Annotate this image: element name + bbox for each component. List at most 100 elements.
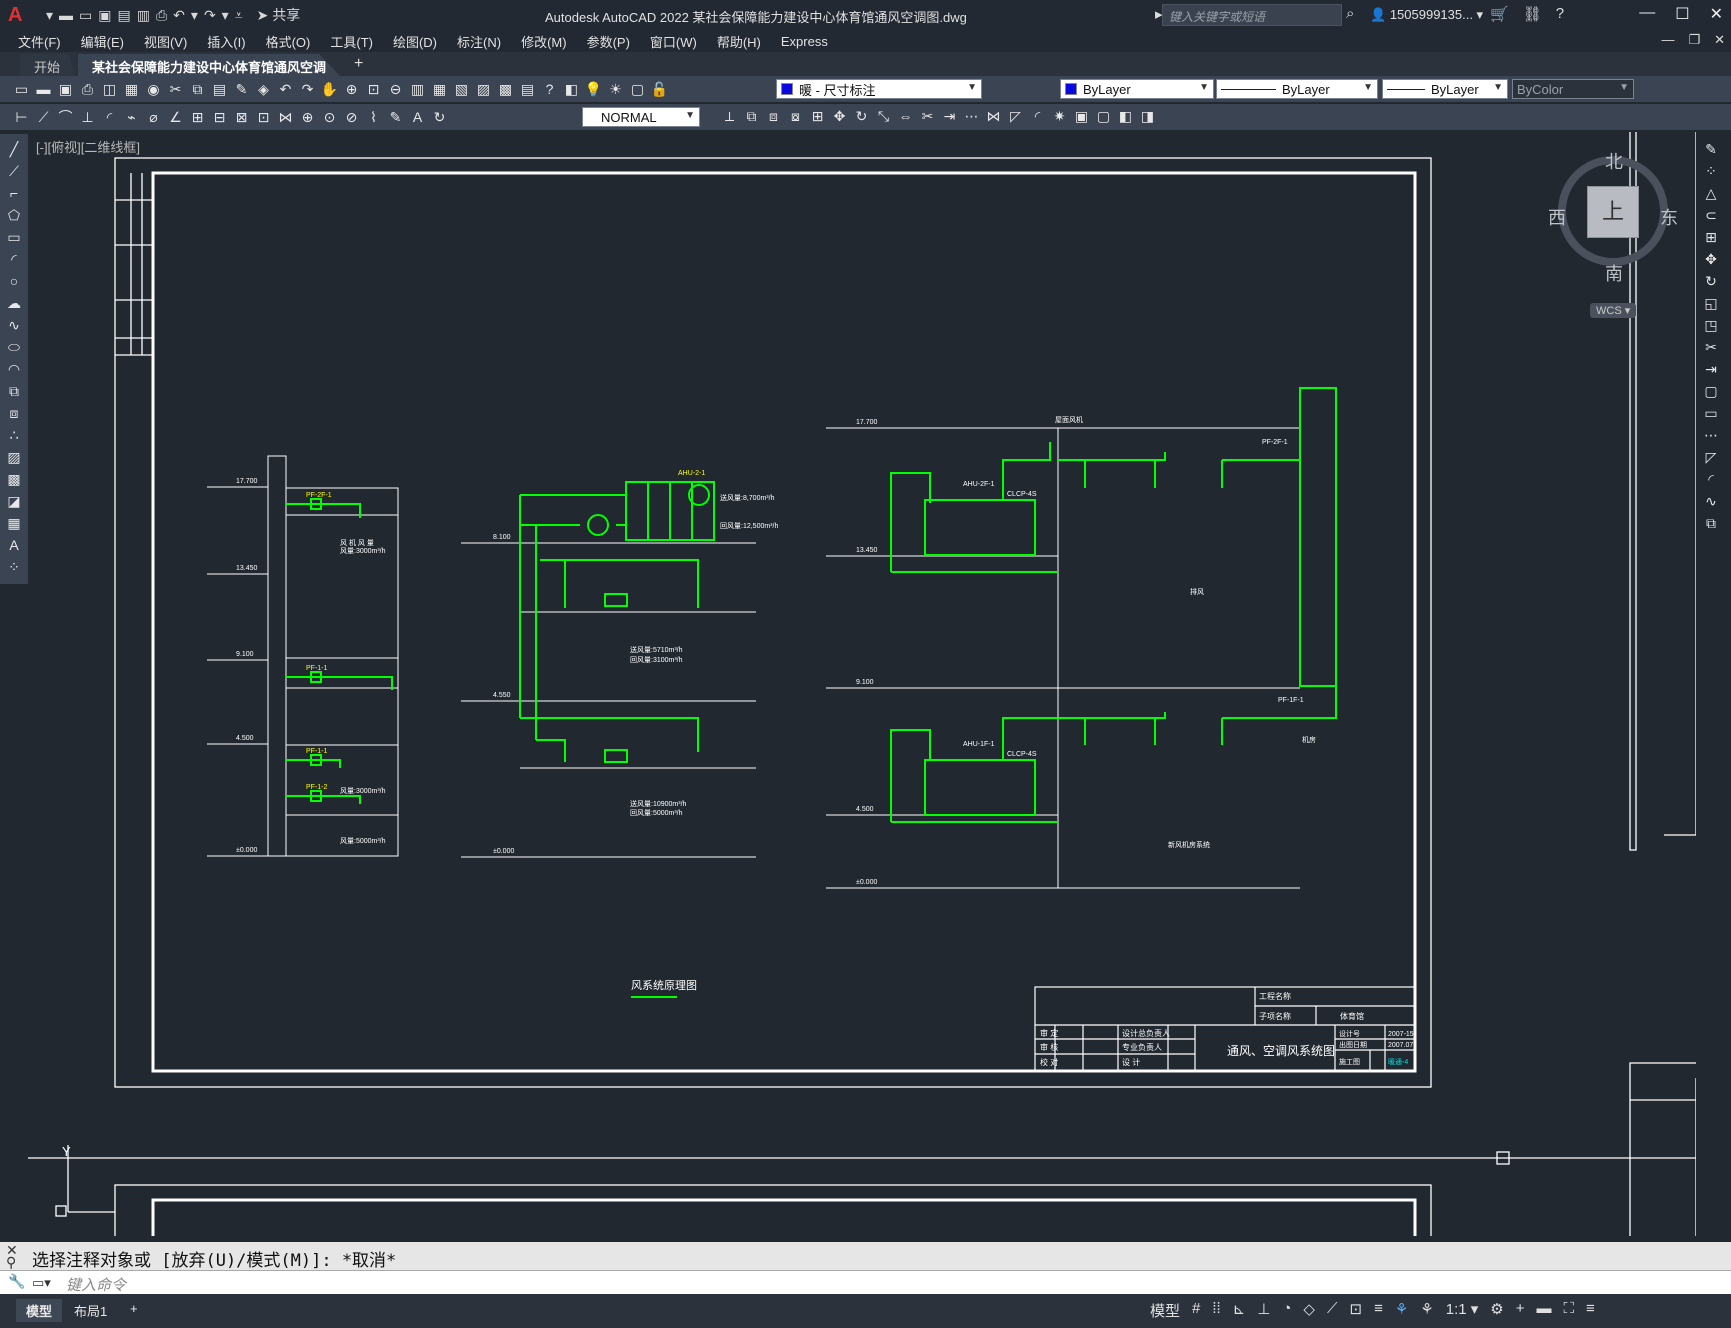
- clean-screen-icon[interactable]: ⛶: [1564, 1300, 1575, 1321]
- cart-icon[interactable]: 🛒: [1490, 5, 1509, 23]
- undo-dropdown-icon[interactable]: ▾: [191, 7, 198, 24]
- scale-right-icon[interactable]: ◱: [1704, 294, 1717, 312]
- copy-obj-icon[interactable]: ⧉: [742, 107, 761, 126]
- quickcalc-icon[interactable]: ▤: [518, 80, 537, 99]
- blend-icon[interactable]: ∿: [1705, 492, 1717, 510]
- new-doc-icon[interactable]: ▭: [12, 80, 31, 99]
- trim-icon[interactable]: ✂: [918, 107, 937, 126]
- block-editor-icon[interactable]: ◈: [254, 80, 273, 99]
- extend-icon[interactable]: ⇥: [940, 107, 959, 126]
- jogged-linear-icon[interactable]: ⌇: [364, 108, 383, 127]
- hatch-icon[interactable]: ▨: [7, 448, 20, 466]
- region-icon[interactable]: ◪: [7, 492, 20, 510]
- insert-block-icon[interactable]: ⧉: [9, 382, 19, 400]
- break-point-icon[interactable]: ▢: [1704, 382, 1717, 400]
- chamfer-right-icon[interactable]: ◸: [1706, 448, 1717, 466]
- table-icon[interactable]: ▦: [7, 514, 20, 532]
- new-file-icon[interactable]: ▬: [59, 7, 73, 23]
- join-icon[interactable]: ⋈: [984, 107, 1003, 126]
- ortho-icon[interactable]: ⊥: [1257, 1300, 1270, 1321]
- properties-icon[interactable]: ▥: [408, 80, 427, 99]
- layer-sun-icon[interactable]: ☀: [606, 80, 625, 99]
- open-icon[interactable]: ▭: [79, 7, 92, 24]
- publish-icon[interactable]: ▦: [122, 80, 141, 99]
- tolerance-icon[interactable]: ⊕: [298, 108, 317, 127]
- point-icon[interactable]: ∴: [10, 426, 19, 444]
- layout-tab-layout1[interactable]: 布局1: [64, 1299, 117, 1322]
- redo-tb-icon[interactable]: ↷: [298, 80, 317, 99]
- infer-icon[interactable]: ⊾: [1233, 1300, 1246, 1321]
- print-icon[interactable]: ⎙: [156, 7, 167, 24]
- menu-dimension[interactable]: 标注(N): [457, 32, 501, 51]
- stretch-icon[interactable]: ⇔: [896, 107, 915, 126]
- menu-insert[interactable]: 插入(I): [207, 32, 245, 51]
- zoom-realtime-icon[interactable]: ⊕: [342, 80, 361, 99]
- layer-bulb-icon[interactable]: 💡: [584, 80, 603, 99]
- arc-icon[interactable]: ◜: [11, 250, 16, 268]
- dim-continue-icon[interactable]: ⊠: [232, 108, 251, 127]
- layer-freeze-icon[interactable]: ▢: [628, 80, 647, 99]
- customize-dropdown-icon[interactable]: ⩡: [235, 7, 243, 24]
- menu-express[interactable]: Express: [781, 34, 828, 49]
- ungroup-icon[interactable]: ▢: [1094, 107, 1113, 126]
- dim-break-icon[interactable]: ⋈: [276, 108, 295, 127]
- dim-text-edit-icon[interactable]: A: [408, 108, 427, 127]
- dim-ordinate-icon[interactable]: ⊥: [78, 108, 97, 127]
- tool-palettes-icon[interactable]: ▧: [452, 80, 471, 99]
- snap-icon[interactable]: ⁞⁞: [1212, 1300, 1220, 1321]
- annotation-scale-icon[interactable]: 1:1 ▾: [1446, 1300, 1479, 1321]
- autoscale-icon[interactable]: ⚘: [1420, 1300, 1433, 1321]
- dim-jogged-icon[interactable]: ⌁: [122, 108, 141, 127]
- circle-icon[interactable]: ○: [10, 272, 18, 290]
- menu-view[interactable]: 视图(V): [144, 32, 187, 51]
- redo-dropdown-icon[interactable]: ▾: [222, 7, 229, 24]
- compass-west[interactable]: 西: [1548, 204, 1566, 230]
- viewport-controls-label[interactable]: [-][俯视][二维线框]: [36, 137, 140, 156]
- command-input[interactable]: 键入命令: [66, 1274, 126, 1295]
- extend-right-icon[interactable]: ⇥: [1705, 360, 1717, 378]
- add-selected-icon[interactable]: ⁘: [8, 558, 20, 576]
- fillet-icon[interactable]: ◜: [1028, 107, 1047, 126]
- spline-icon[interactable]: ∿: [8, 316, 20, 334]
- dim-aligned-icon[interactable]: ⟋: [34, 108, 53, 127]
- polyline-icon[interactable]: ⌐: [10, 184, 18, 202]
- match-properties-icon[interactable]: ✎: [232, 80, 251, 99]
- offset-icon[interactable]: ⧇: [786, 107, 805, 126]
- revcloud-icon[interactable]: ☁: [7, 294, 21, 312]
- rotate-icon[interactable]: ↻: [852, 107, 871, 126]
- save-web-icon[interactable]: ▥: [137, 7, 150, 24]
- undo-tb-icon[interactable]: ↶: [276, 80, 295, 99]
- design-center-icon[interactable]: ▦: [430, 80, 449, 99]
- drawing-canvas[interactable]: Y 工程名称 子项名称 体育馆 审 定 审 核 校 对 设计总负责人 专业负责人…: [28, 132, 1696, 1236]
- tab-drawing[interactable]: 某社会保障能力建设中心体育馆通风空调图*×: [78, 54, 341, 76]
- menu-draw[interactable]: 绘图(D): [393, 32, 437, 51]
- doc-restore-icon[interactable]: ❐: [1688, 32, 1700, 48]
- ellipse-icon[interactable]: ⬭: [8, 338, 20, 356]
- minimize-icon[interactable]: —: [1639, 4, 1655, 24]
- menu-edit[interactable]: 编辑(E): [81, 32, 124, 51]
- command-close-icon[interactable]: ✕ ⚲: [6, 1243, 18, 1269]
- construction-line-icon[interactable]: ⟋: [9, 162, 19, 180]
- paste-icon[interactable]: ▤: [210, 80, 229, 99]
- compass-south[interactable]: 南: [1605, 260, 1623, 286]
- polygon-icon[interactable]: ⬠: [8, 206, 20, 224]
- osnap-icon[interactable]: ⊡: [1349, 1300, 1362, 1321]
- break-icon[interactable]: ⋯: [962, 107, 981, 126]
- layer-properties-icon[interactable]: ◧: [562, 80, 581, 99]
- menu-tools[interactable]: 工具(T): [330, 32, 373, 51]
- save-doc-icon[interactable]: ▣: [56, 80, 75, 99]
- lineweight-icon[interactable]: ≡: [1374, 1300, 1383, 1321]
- markup-icon[interactable]: ▩: [496, 80, 515, 99]
- dim-edit-icon[interactable]: ✎: [386, 108, 405, 127]
- stretch-right-icon[interactable]: ◳: [1704, 316, 1717, 334]
- maximize-icon[interactable]: ☐: [1675, 4, 1689, 24]
- help-tb-icon[interactable]: ?: [540, 80, 559, 99]
- line-icon[interactable]: ╱: [10, 140, 18, 158]
- layer-lock-icon[interactable]: 🔓: [650, 80, 669, 99]
- layout-tab-model[interactable]: 模型: [16, 1299, 63, 1322]
- redo-icon[interactable]: ↷: [204, 7, 216, 24]
- dim-arc-icon[interactable]: ⌒: [56, 108, 75, 127]
- plotstyle-combo[interactable]: ByColor ▼: [1512, 79, 1634, 99]
- customization-icon[interactable]: ≡: [1586, 1300, 1595, 1321]
- trim-right-icon[interactable]: ✂: [1705, 338, 1717, 356]
